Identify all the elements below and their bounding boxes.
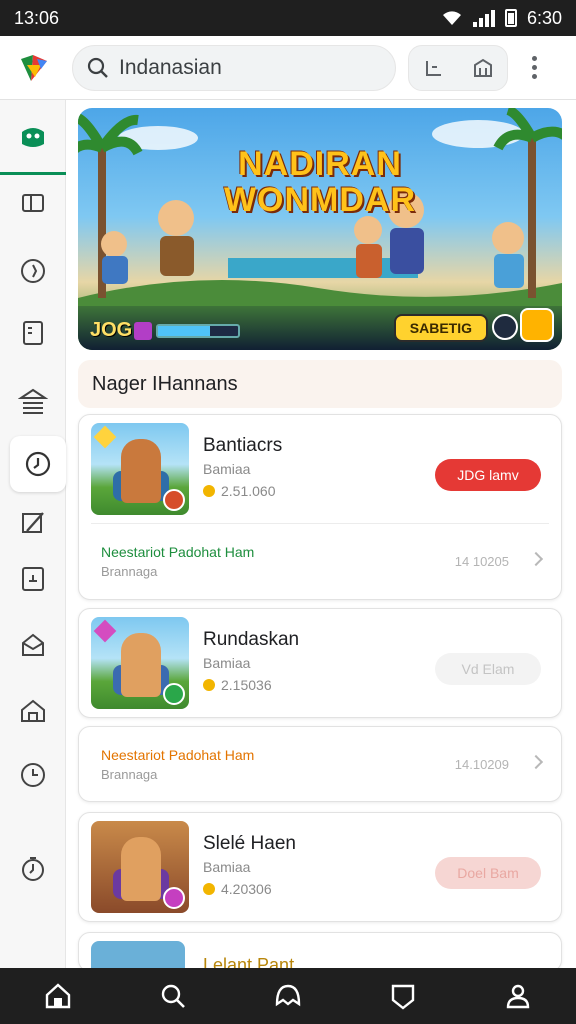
detail-subtitle: Brannaga: [101, 767, 158, 782]
detail-subtitle: Brannaga: [101, 564, 158, 579]
top-app-bar: Indanasian: [0, 36, 576, 100]
search-icon: [87, 57, 108, 78]
nav-games-icon[interactable]: [264, 972, 312, 1020]
signal-icon: [472, 9, 495, 27]
coin-icon: [203, 485, 215, 497]
detail-value: 14.10209: [454, 757, 509, 772]
rail-history-icon[interactable]: [10, 436, 66, 492]
chart-icon[interactable]: [423, 57, 445, 79]
battery-icon: [504, 9, 517, 27]
rail-active-indicator: [0, 172, 66, 175]
game-subtitle: Bamiaa: [203, 655, 251, 671]
banner-reward-icon[interactable]: [520, 308, 554, 342]
library-icon[interactable]: [472, 57, 494, 79]
nav-profile-icon[interactable]: [494, 972, 542, 1020]
banner-title-line1: NADIRAN: [238, 145, 402, 183]
navigation-rail: [0, 100, 66, 968]
game-subtitle: Bamiaa: [203, 859, 251, 875]
wifi-icon: [442, 11, 461, 25]
rail-apps-icon[interactable]: [10, 180, 56, 226]
nav-offers-icon[interactable]: [379, 972, 427, 1020]
chevron-right-icon: [528, 754, 544, 770]
game-meta-value: 2.15036: [221, 677, 272, 693]
banner-progress-bar: [156, 324, 240, 338]
status-bar: 13:06 6:30: [0, 0, 576, 36]
rail-clock-icon[interactable]: [10, 752, 56, 798]
search-bar[interactable]: Indanasian: [72, 44, 396, 91]
game-action-button[interactable]: JDG lamv: [435, 459, 541, 491]
detail-title: Neestariot Padohat Ham: [101, 544, 255, 560]
game-card[interactable]: Rundaskan Bamiaa 2.15036 Vd Elam: [78, 608, 562, 718]
status-icons: 6:30: [441, 8, 562, 29]
status-time: 13:06: [14, 7, 60, 28]
banner-share-icon[interactable]: [492, 314, 518, 340]
rail-bank-icon[interactable]: [10, 378, 56, 424]
game-card-main[interactable]: Bantiacrs Bamiaa 2.51.060 JDG lamv: [79, 415, 561, 523]
rail-timer-icon[interactable]: [10, 846, 56, 892]
game-detail-row[interactable]: Neestariot Padohat Ham Brannaga 14 10205: [91, 523, 549, 599]
search-input[interactable]: Indanasian: [119, 56, 222, 80]
banner-progress-fill: [158, 326, 210, 336]
game-card-partial[interactable]: Lelant Pant: [78, 932, 562, 972]
rail-gift-icon[interactable]: [10, 622, 56, 668]
game-thumbnail: [91, 423, 189, 515]
detail-title: Neestariot Padohat Ham: [101, 747, 255, 763]
coin-icon: [203, 679, 215, 691]
game-meta-value: 4.20306: [221, 881, 272, 897]
more-options-icon[interactable]: [522, 56, 546, 79]
banner-title-line2: WONMDAR: [223, 181, 417, 219]
game-card[interactable]: Bantiacrs Bamiaa 2.51.060 JDG lamv Neest…: [78, 414, 562, 600]
game-detail-row[interactable]: Neestariot Padohat Ham Brannaga 14.10209: [78, 726, 562, 802]
nav-home-icon[interactable]: [34, 972, 82, 1020]
game-title: Slelé Haen: [203, 833, 296, 854]
coin-icon: [203, 883, 215, 895]
rail-compass-icon[interactable]: [10, 248, 56, 294]
rail-edit-icon[interactable]: [10, 500, 56, 546]
game-card-main[interactable]: Slelé Haen Bamiaa 4.20306 Doel Bam: [79, 813, 561, 921]
game-subtitle: Bamiaa: [203, 461, 251, 477]
rail-book-icon[interactable]: [10, 310, 56, 356]
app-logo[interactable]: [12, 46, 56, 90]
status-clock: 6:30: [526, 7, 562, 28]
rail-home-icon[interactable]: [10, 688, 56, 734]
nav-search-icon[interactable]: [149, 972, 197, 1020]
detail-value: 14 10205: [454, 554, 509, 569]
featured-banner[interactable]: NADIRAN WONMDAR JOG SABETIG: [78, 108, 562, 350]
game-meta: 4.20306: [203, 881, 272, 897]
game-meta: 2.51.060: [203, 483, 276, 499]
rail-download-icon[interactable]: [10, 556, 56, 602]
game-thumbnail: [91, 821, 189, 913]
top-actions: [408, 44, 508, 91]
banner-cta-button[interactable]: SABETIG: [393, 314, 488, 342]
game-action-button[interactable]: Vd Elam: [435, 653, 541, 685]
game-meta-value: 2.51.060: [221, 483, 276, 499]
game-title: Rundaskan: [203, 629, 300, 650]
rail-games-icon[interactable]: [10, 114, 56, 160]
banner-score: JOG: [90, 319, 133, 341]
game-card[interactable]: Slelé Haen Bamiaa 4.20306 Doel Bam: [78, 812, 562, 922]
chevron-right-icon: [528, 551, 544, 567]
game-title: Bantiacrs: [203, 435, 283, 456]
game-action-button[interactable]: Doel Bam: [435, 857, 541, 889]
game-thumbnail: [91, 617, 189, 709]
banner-title: NADIRAN WONMDAR: [78, 146, 562, 218]
game-card-main[interactable]: Rundaskan Bamiaa 2.15036 Vd Elam: [79, 609, 561, 717]
game-meta: 2.15036: [203, 677, 272, 693]
section-title: Nager IHannans: [78, 360, 562, 408]
bottom-navigation: [0, 968, 576, 1024]
app-logo-icon: [21, 54, 47, 81]
banner-badge-icon: [134, 322, 152, 340]
